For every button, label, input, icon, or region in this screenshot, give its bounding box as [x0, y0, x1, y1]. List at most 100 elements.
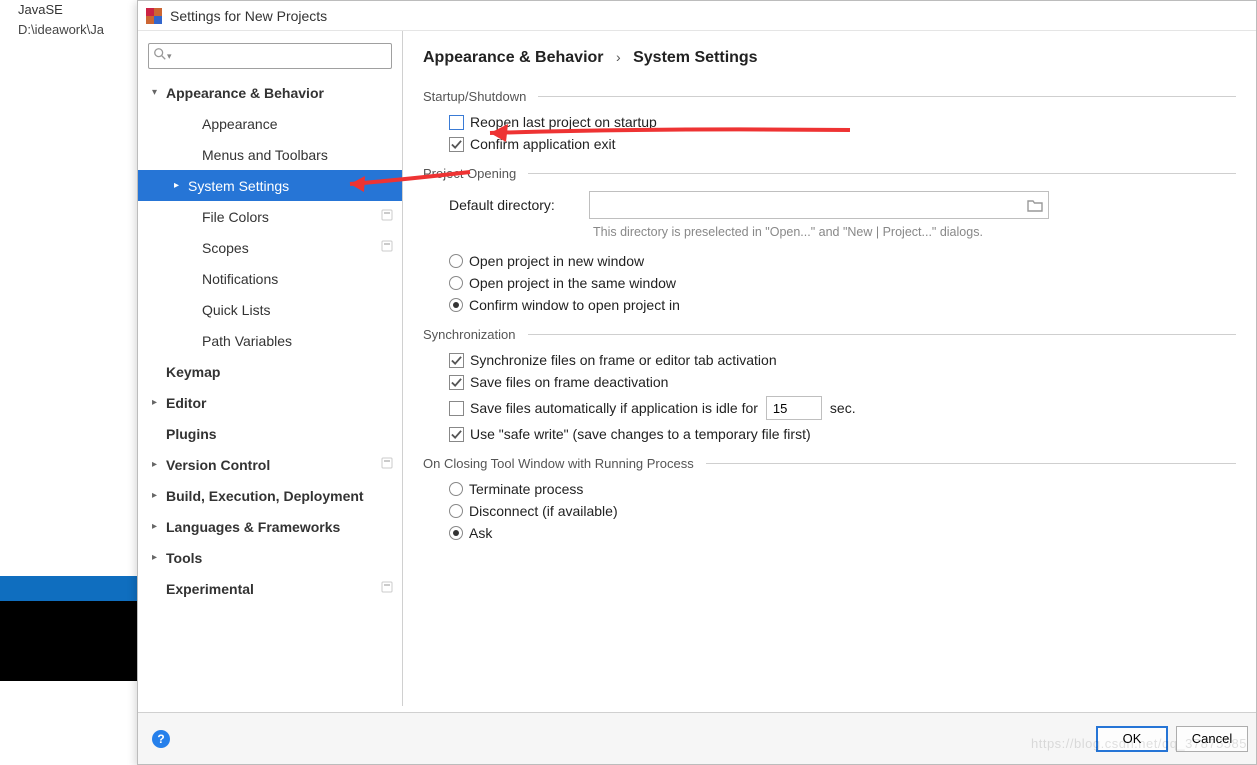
sections-closing-radios-radio-label-2: Ask: [469, 525, 492, 541]
settings-dialog: Settings for New Projects ▾ ▾Appearance …: [137, 0, 1257, 765]
sidebar-item-label: Plugins: [166, 426, 394, 442]
safe-write-label: Use "safe write" (save changes to a temp…: [470, 426, 811, 442]
ok-button[interactable]: OK: [1096, 726, 1168, 752]
chevron-down-icon: ▾: [152, 87, 166, 98]
project-scope-icon: [380, 456, 394, 473]
save-idle-checkbox[interactable]: [449, 401, 464, 416]
sidebar-item-label: System Settings: [188, 178, 394, 194]
sidebar-item-label: Menus and Toolbars: [202, 147, 394, 163]
chevron-right-icon: ▸: [174, 180, 188, 191]
sidebar-item-version-control[interactable]: ▸Version Control: [138, 449, 402, 480]
sidebar-item-build-execution-deployment[interactable]: ▸Build, Execution, Deployment: [138, 480, 402, 511]
sidebar-item-label: Appearance & Behavior: [166, 85, 394, 101]
sidebar-item-label: Keymap: [166, 364, 394, 380]
default-directory-field[interactable]: [589, 191, 1049, 219]
search-input[interactable]: [177, 49, 387, 64]
sidebar-item-editor[interactable]: ▸Editor: [138, 387, 402, 418]
confirm-exit-checkbox[interactable]: [449, 137, 464, 152]
dialog-button-bar: ? OK Cancel: [138, 712, 1256, 764]
sidebar-item-label: Quick Lists: [202, 302, 394, 318]
sections-closing-radios-radio-1[interactable]: [449, 504, 463, 518]
sections-opening-radios-radio-2[interactable]: [449, 298, 463, 312]
sidebar-item-appearance-behavior[interactable]: ▾Appearance & Behavior: [138, 77, 402, 108]
section-project-opening: Project Opening: [423, 166, 1236, 181]
section-synchronization: Synchronization: [423, 327, 1236, 342]
sidebar-item-label: Experimental: [166, 581, 380, 597]
sidebar-item-menus-and-toolbars[interactable]: Menus and Toolbars: [138, 139, 402, 170]
search-input-wrapper[interactable]: ▾: [148, 43, 392, 69]
chevron-right-icon: ›: [616, 49, 621, 65]
sidebar-item-plugins[interactable]: Plugins: [138, 418, 402, 449]
section-startup-shutdown: Startup/Shutdown: [423, 89, 1236, 104]
sidebar-item-keymap[interactable]: Keymap: [138, 356, 402, 387]
sidebar-item-label: File Colors: [202, 209, 380, 225]
sections-opening-radios-radio-0[interactable]: [449, 254, 463, 268]
save-idle-suffix: sec.: [830, 400, 856, 416]
sidebar-item-label: Build, Execution, Deployment: [166, 488, 394, 504]
sections-closing-radios-radio-0[interactable]: [449, 482, 463, 496]
help-icon[interactable]: ?: [152, 730, 170, 748]
sections-closing-radios-radio-label-1: Disconnect (if available): [469, 503, 618, 519]
sections-opening-radios-radio-1[interactable]: [449, 276, 463, 290]
sidebar-item-label: Version Control: [166, 457, 380, 473]
sidebar-item-quick-lists[interactable]: Quick Lists: [138, 294, 402, 325]
project-scope-icon: [380, 208, 394, 225]
intellij-logo-icon: [146, 8, 162, 24]
default-directory-label: Default directory:: [449, 197, 589, 213]
sidebar-item-label: Notifications: [202, 271, 394, 287]
save-on-deactivate-checkbox[interactable]: [449, 375, 464, 390]
sidebar-item-label: Languages & Frameworks: [166, 519, 394, 535]
sidebar-item-scopes[interactable]: Scopes: [138, 232, 402, 263]
sections-opening-radios-radio-label-2: Confirm window to open project in: [469, 297, 680, 313]
search-icon: [153, 47, 167, 66]
sidebar-item-languages-frameworks[interactable]: ▸Languages & Frameworks: [138, 511, 402, 542]
sections-opening-radios-radio-label-1: Open project in the same window: [469, 275, 676, 291]
confirm-exit-label: Confirm application exit: [470, 136, 616, 152]
ide-tool-window: [0, 601, 137, 681]
reopen-last-project-checkbox[interactable]: [449, 115, 464, 130]
sidebar-item-appearance[interactable]: Appearance: [138, 108, 402, 139]
sidebar-item-label: Tools: [166, 550, 394, 566]
search-history-dropdown-icon[interactable]: ▾: [167, 51, 177, 62]
chevron-right-icon: ▸: [152, 490, 166, 501]
sidebar-item-file-colors[interactable]: File Colors: [138, 201, 402, 232]
sidebar-item-experimental[interactable]: Experimental: [138, 573, 402, 604]
project-name: JavaSE: [18, 2, 63, 17]
sidebar-item-label: Editor: [166, 395, 394, 411]
settings-tree: ▾Appearance & Behavior Appearance Menus an…: [138, 77, 402, 706]
save-idle-label: Save files automatically if application …: [470, 400, 758, 416]
chevron-right-icon: ▸: [152, 397, 166, 408]
sections-closing-radios-radio-2[interactable]: [449, 526, 463, 540]
settings-sidebar: ▾ ▾Appearance & BehaviorAppearanceMenus …: [138, 31, 403, 706]
sidebar-item-notifications[interactable]: Notifications: [138, 263, 402, 294]
sync-on-activate-checkbox[interactable]: [449, 353, 464, 368]
default-directory-input[interactable]: [594, 198, 1026, 213]
sidebar-item-system-settings[interactable]: ▸System Settings: [138, 170, 402, 201]
sidebar-item-path-variables[interactable]: Path Variables: [138, 325, 402, 356]
settings-content: Appearance & Behavior › System Settings …: [403, 31, 1256, 706]
save-on-deactivate-label: Save files on frame deactivation: [470, 374, 668, 390]
sync-on-activate-label: Synchronize files on frame or editor tab…: [470, 352, 777, 368]
sidebar-item-label: Scopes: [202, 240, 380, 256]
sections-closing-radios-radio-label-0: Terminate process: [469, 481, 583, 497]
dialog-title: Settings for New Projects: [170, 8, 327, 24]
section-on-closing: On Closing Tool Window with Running Proc…: [423, 456, 1236, 471]
chevron-right-icon: ▸: [152, 552, 166, 563]
sidebar-item-tools[interactable]: ▸Tools: [138, 542, 402, 573]
sections-opening-radios-radio-label-0: Open project in new window: [469, 253, 644, 269]
chevron-right-icon: ▸: [152, 459, 166, 470]
cancel-button[interactable]: Cancel: [1176, 726, 1248, 752]
titlebar: Settings for New Projects: [138, 1, 1256, 31]
sidebar-item-label: Path Variables: [202, 333, 394, 349]
project-scope-icon: [380, 239, 394, 256]
project-scope-icon: [380, 580, 394, 597]
sidebar-item-label: Appearance: [202, 116, 394, 132]
reopen-last-project-label: Reopen last project on startup: [470, 114, 657, 130]
chevron-right-icon: ▸: [152, 521, 166, 532]
ide-background-panel: [0, 40, 140, 575]
default-directory-hint: This directory is preselected in "Open..…: [593, 225, 1236, 239]
ide-status-bar: [0, 576, 137, 601]
save-idle-seconds-input[interactable]: [766, 396, 822, 420]
safe-write-checkbox[interactable]: [449, 427, 464, 442]
browse-folder-icon[interactable]: [1026, 196, 1044, 214]
